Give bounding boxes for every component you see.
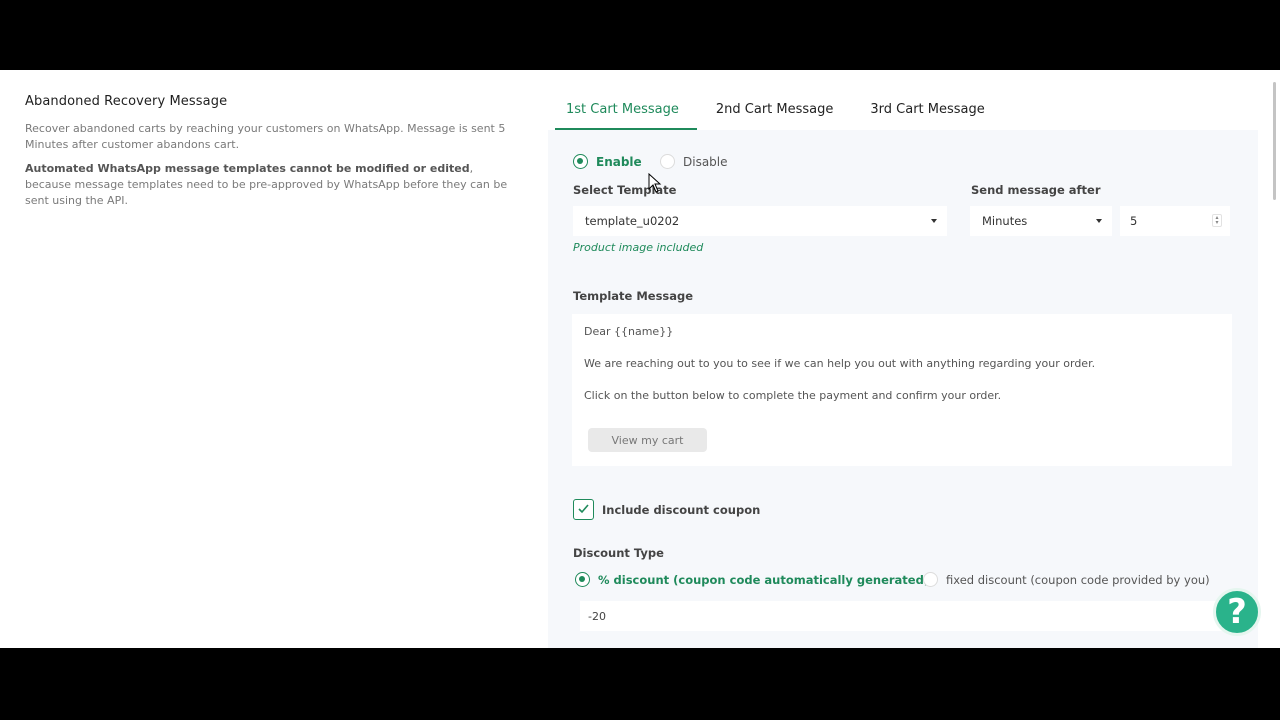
fixed-discount-label: fixed discount (coupon code provided by … (946, 572, 1210, 587)
discount-type-label: Discount Type (573, 546, 664, 560)
template-select[interactable]: template_u0202 (573, 206, 947, 236)
note-bold: Automated WhatsApp message templates can… (25, 162, 470, 175)
section-note: Automated WhatsApp message templates can… (25, 161, 520, 209)
template-hint: Product image included (573, 241, 704, 254)
discount-value-input[interactable]: -20 (580, 601, 1230, 631)
enable-label: Enable (596, 154, 642, 169)
disable-radio[interactable] (660, 154, 675, 169)
template-message-label: Template Message (573, 289, 694, 303)
tab-2nd-cart-message[interactable]: 2nd Cart Message (705, 96, 852, 130)
send-after-unit-value: Minutes (982, 214, 1028, 228)
cart-message-tabs: 1st Cart Message 2nd Cart Message 3rd Ca… (555, 96, 1011, 130)
template-select-value: template_u0202 (585, 214, 680, 228)
section-title: Abandoned Recovery Message (25, 94, 228, 109)
percent-discount-radio[interactable] (575, 572, 590, 587)
discount-value: -20 (588, 609, 606, 623)
section-description: Recover abandoned carts by reaching your… (25, 122, 506, 151)
template-message-preview: Dear {{name}} We are reaching out to you… (572, 314, 1232, 466)
tab-1st-cart-message[interactable]: 1st Cart Message (555, 96, 697, 130)
help-button[interactable]: ? (1213, 588, 1261, 636)
percent-discount-option[interactable]: % discount (coupon code automatically ge… (575, 572, 929, 587)
send-after-label: Send message after (971, 183, 1101, 197)
fixed-discount-radio[interactable] (923, 572, 938, 587)
tab-3rd-cart-message[interactable]: 3rd Cart Message (859, 96, 1002, 130)
message-line: We are reaching out to you to see if we … (584, 357, 1096, 370)
message-line: Dear {{name}} (584, 325, 674, 338)
fixed-discount-option[interactable]: fixed discount (coupon code provided by … (923, 572, 1210, 587)
page-viewport: Abandoned Recovery Message Recover aband… (0, 70, 1280, 648)
include-discount-checkbox[interactable] (573, 499, 594, 520)
send-after-unit-select[interactable]: Minutes (970, 206, 1112, 236)
disable-option[interactable]: Disable (660, 154, 728, 169)
percent-discount-label: % discount (coupon code automatically ge… (598, 572, 930, 587)
disable-label: Disable (683, 154, 728, 169)
stepper-icon[interactable]: ▴ ▾ (1212, 214, 1222, 227)
enable-option[interactable]: Enable (573, 154, 642, 169)
view-my-cart-button: View my cart (588, 428, 707, 452)
section-intro: Abandoned Recovery Message Recover aband… (25, 94, 520, 217)
mouse-cursor-icon (648, 173, 662, 193)
chevron-down-icon (1096, 219, 1102, 223)
question-icon: ? (1227, 592, 1247, 632)
enable-radio[interactable] (573, 154, 588, 169)
send-after-amount-value: 5 (1130, 214, 1138, 228)
include-discount-label: Include discount coupon (602, 503, 761, 517)
message-line: Click on the button below to complete th… (584, 389, 1002, 402)
send-after-amount-input[interactable]: 5 ▴ ▾ (1120, 206, 1230, 236)
chevron-down-icon (931, 219, 937, 223)
check-icon (578, 504, 589, 514)
scrollbar[interactable] (1273, 82, 1276, 200)
